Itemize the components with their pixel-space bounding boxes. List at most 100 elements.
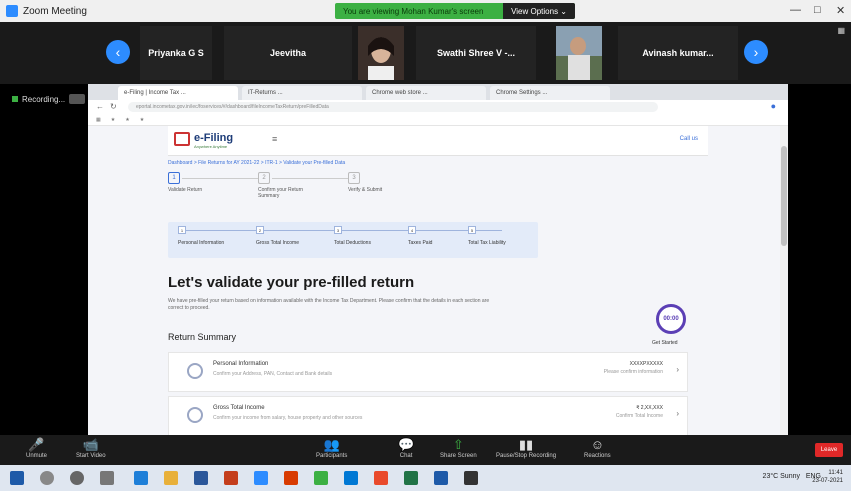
stopwatch-text: 00:00	[663, 316, 679, 322]
speaker-view-icon[interactable]: ▦	[837, 26, 845, 35]
next-participants-icon[interactable]: ›	[744, 40, 768, 64]
scrollbar-thumb[interactable]	[781, 146, 787, 246]
app-icon[interactable]	[464, 471, 478, 485]
site-logo[interactable]: e-Filing	[194, 132, 233, 144]
participant-tile[interactable]: Jeevitha	[224, 26, 352, 80]
site-header: e-Filing Anywhere Anytime ≡ Call us	[168, 126, 708, 156]
breadcrumb[interactable]: Dashboard > File Returns for AY 2021-22 …	[168, 160, 345, 166]
chevron-right-icon[interactable]: ›	[676, 409, 679, 418]
section-label: Personal Information	[178, 240, 225, 246]
recording-dot-icon	[12, 96, 18, 102]
step-number: 2	[258, 172, 270, 184]
participant-tile[interactable]	[358, 26, 404, 80]
menu-icon[interactable]: ≡	[272, 134, 277, 144]
section-label: Taxes Paid	[408, 240, 433, 246]
chrome-icon[interactable]	[374, 471, 388, 485]
participant-tile[interactable]: Avinash kumar...	[618, 26, 738, 80]
browser-url-bar: ← ↻ eportal.incometax.gov.in/iec/foservi…	[88, 100, 788, 114]
section-tax-liability[interactable]: 5 Total Tax Liability	[468, 226, 506, 246]
progress-stepper: 1 Validate Return 2 Confirm your Return …	[168, 172, 428, 212]
browser-tab-bar: e-Filing | Income Tax ... IT-Returns ...…	[88, 84, 788, 100]
efiling-page: e-Filing Anywhere Anytime ≡ Call us Dash…	[88, 126, 788, 435]
get-started-link[interactable]: Get Started	[652, 340, 678, 346]
section-number: 4	[408, 226, 416, 234]
profile-icon[interactable]: ●	[771, 101, 776, 111]
cortana-icon[interactable]	[70, 471, 84, 485]
search-icon[interactable]	[40, 471, 54, 485]
reload-icon[interactable]: ↻	[110, 102, 117, 111]
task-view-icon[interactable]	[100, 471, 114, 485]
pause-stop-recording-button[interactable]: ▮▮ Pause/Stop Recording	[496, 437, 556, 459]
card-status: Please confirm information	[603, 369, 663, 375]
app-icon[interactable]	[314, 471, 328, 485]
participant-tile[interactable]	[556, 26, 602, 80]
close-icon[interactable]: ✕	[836, 4, 845, 17]
participant-name: Priyanka G S	[148, 48, 204, 58]
section-deductions[interactable]: 3 Total Deductions	[334, 226, 371, 246]
participant-tile[interactable]: Swathi Shree V -...	[416, 26, 536, 80]
leave-button[interactable]: Leave	[815, 443, 843, 457]
section-gross-income[interactable]: 2 Gross Total Income	[256, 226, 299, 246]
section-stepper: 1 Personal Information 2 Gross Total Incom…	[168, 222, 538, 258]
app-icon[interactable]	[284, 471, 298, 485]
browser-tab[interactable]: IT-Returns ...	[242, 86, 362, 100]
address-input[interactable]: eportal.incometax.gov.in/iec/foservices/…	[128, 102, 658, 112]
system-clock[interactable]: 11:41 23-07-2021	[812, 469, 843, 485]
section-number: 1	[178, 226, 186, 234]
browser-tab[interactable]: Chrome Settings ...	[490, 86, 610, 100]
step-label: Verify & Submit	[348, 187, 383, 193]
app-icon[interactable]	[194, 471, 208, 485]
section-number: 2	[256, 226, 264, 234]
participant-photo	[556, 26, 602, 80]
weather-text[interactable]: 23°C Sunny	[763, 473, 800, 480]
participant-tile[interactable]: Priyanka G S	[140, 26, 212, 80]
step-number: 1	[168, 172, 180, 184]
chevron-right-icon[interactable]: ›	[676, 365, 679, 374]
chat-button[interactable]: 💬 Chat	[398, 437, 414, 459]
section-personal-info[interactable]: 1 Personal Information	[178, 226, 224, 246]
reactions-button[interactable]: ☺ Reactions	[584, 437, 611, 459]
participant-name: Jeevitha	[269, 48, 307, 58]
efiling-logo-icon[interactable]	[174, 132, 190, 146]
app-icon[interactable]	[434, 471, 448, 485]
zoom-taskbar-icon[interactable]	[254, 471, 268, 485]
participants-button[interactable]: 👥 Participants	[316, 437, 347, 459]
start-icon[interactable]	[10, 471, 24, 485]
app-icon[interactable]	[224, 471, 238, 485]
app-icon[interactable]	[344, 471, 358, 485]
minimize-icon[interactable]: —	[790, 4, 801, 16]
control-label: Reactions	[584, 453, 611, 459]
personal-info-card[interactable]: Personal Information Confirm your Addres…	[168, 352, 688, 392]
call-us-link[interactable]: Call us	[680, 136, 698, 142]
apps-icon[interactable]: ▦	[96, 117, 101, 123]
bookmark-icon[interactable]: ★	[125, 117, 129, 123]
view-options-button[interactable]: View Options ⌄	[503, 3, 575, 19]
microphone-icon: 🎤	[28, 437, 45, 452]
unmute-button[interactable]: 🎤 Unmute	[26, 437, 47, 459]
back-icon[interactable]: ←	[96, 102, 104, 111]
excel-icon[interactable]	[404, 471, 418, 485]
maximize-icon[interactable]: □	[814, 4, 821, 16]
gross-income-card[interactable]: Gross Total Income Confirm your income f…	[168, 396, 688, 435]
section-taxes-paid[interactable]: 4 Taxes Paid	[408, 226, 432, 246]
card-subtitle: Confirm your income from salary, house p…	[213, 415, 363, 421]
start-video-button[interactable]: 📹 Start Video	[76, 437, 106, 459]
clock-date: 23-07-2021	[812, 478, 843, 484]
pause-recording-icon: ▮▮	[518, 437, 534, 452]
page-scrollbar[interactable]	[780, 126, 788, 435]
prev-participants-icon[interactable]: ‹	[106, 40, 130, 64]
file-explorer-icon[interactable]	[164, 471, 178, 485]
control-label: Start Video	[76, 453, 106, 459]
participant-name: Avinash kumar...	[642, 48, 714, 58]
edge-icon[interactable]	[134, 471, 148, 485]
browser-tab[interactable]: Chrome web store ...	[366, 86, 486, 100]
browser-tab[interactable]: e-Filing | Income Tax ...	[118, 86, 238, 100]
zoom-meeting-screenshot: Zoom Meeting You are viewing Mohan Kumar…	[0, 0, 851, 491]
pause-recording-icon[interactable]	[69, 94, 86, 104]
participant-name: Swathi Shree V -...	[436, 48, 516, 58]
bookmark-icon[interactable]: ★	[140, 117, 144, 123]
section-label: Total Tax Liability	[468, 240, 506, 246]
bookmark-icon[interactable]: ★	[111, 117, 115, 123]
share-screen-button[interactable]: ⇧ Share Screen	[440, 437, 477, 459]
person-icon	[187, 363, 203, 379]
